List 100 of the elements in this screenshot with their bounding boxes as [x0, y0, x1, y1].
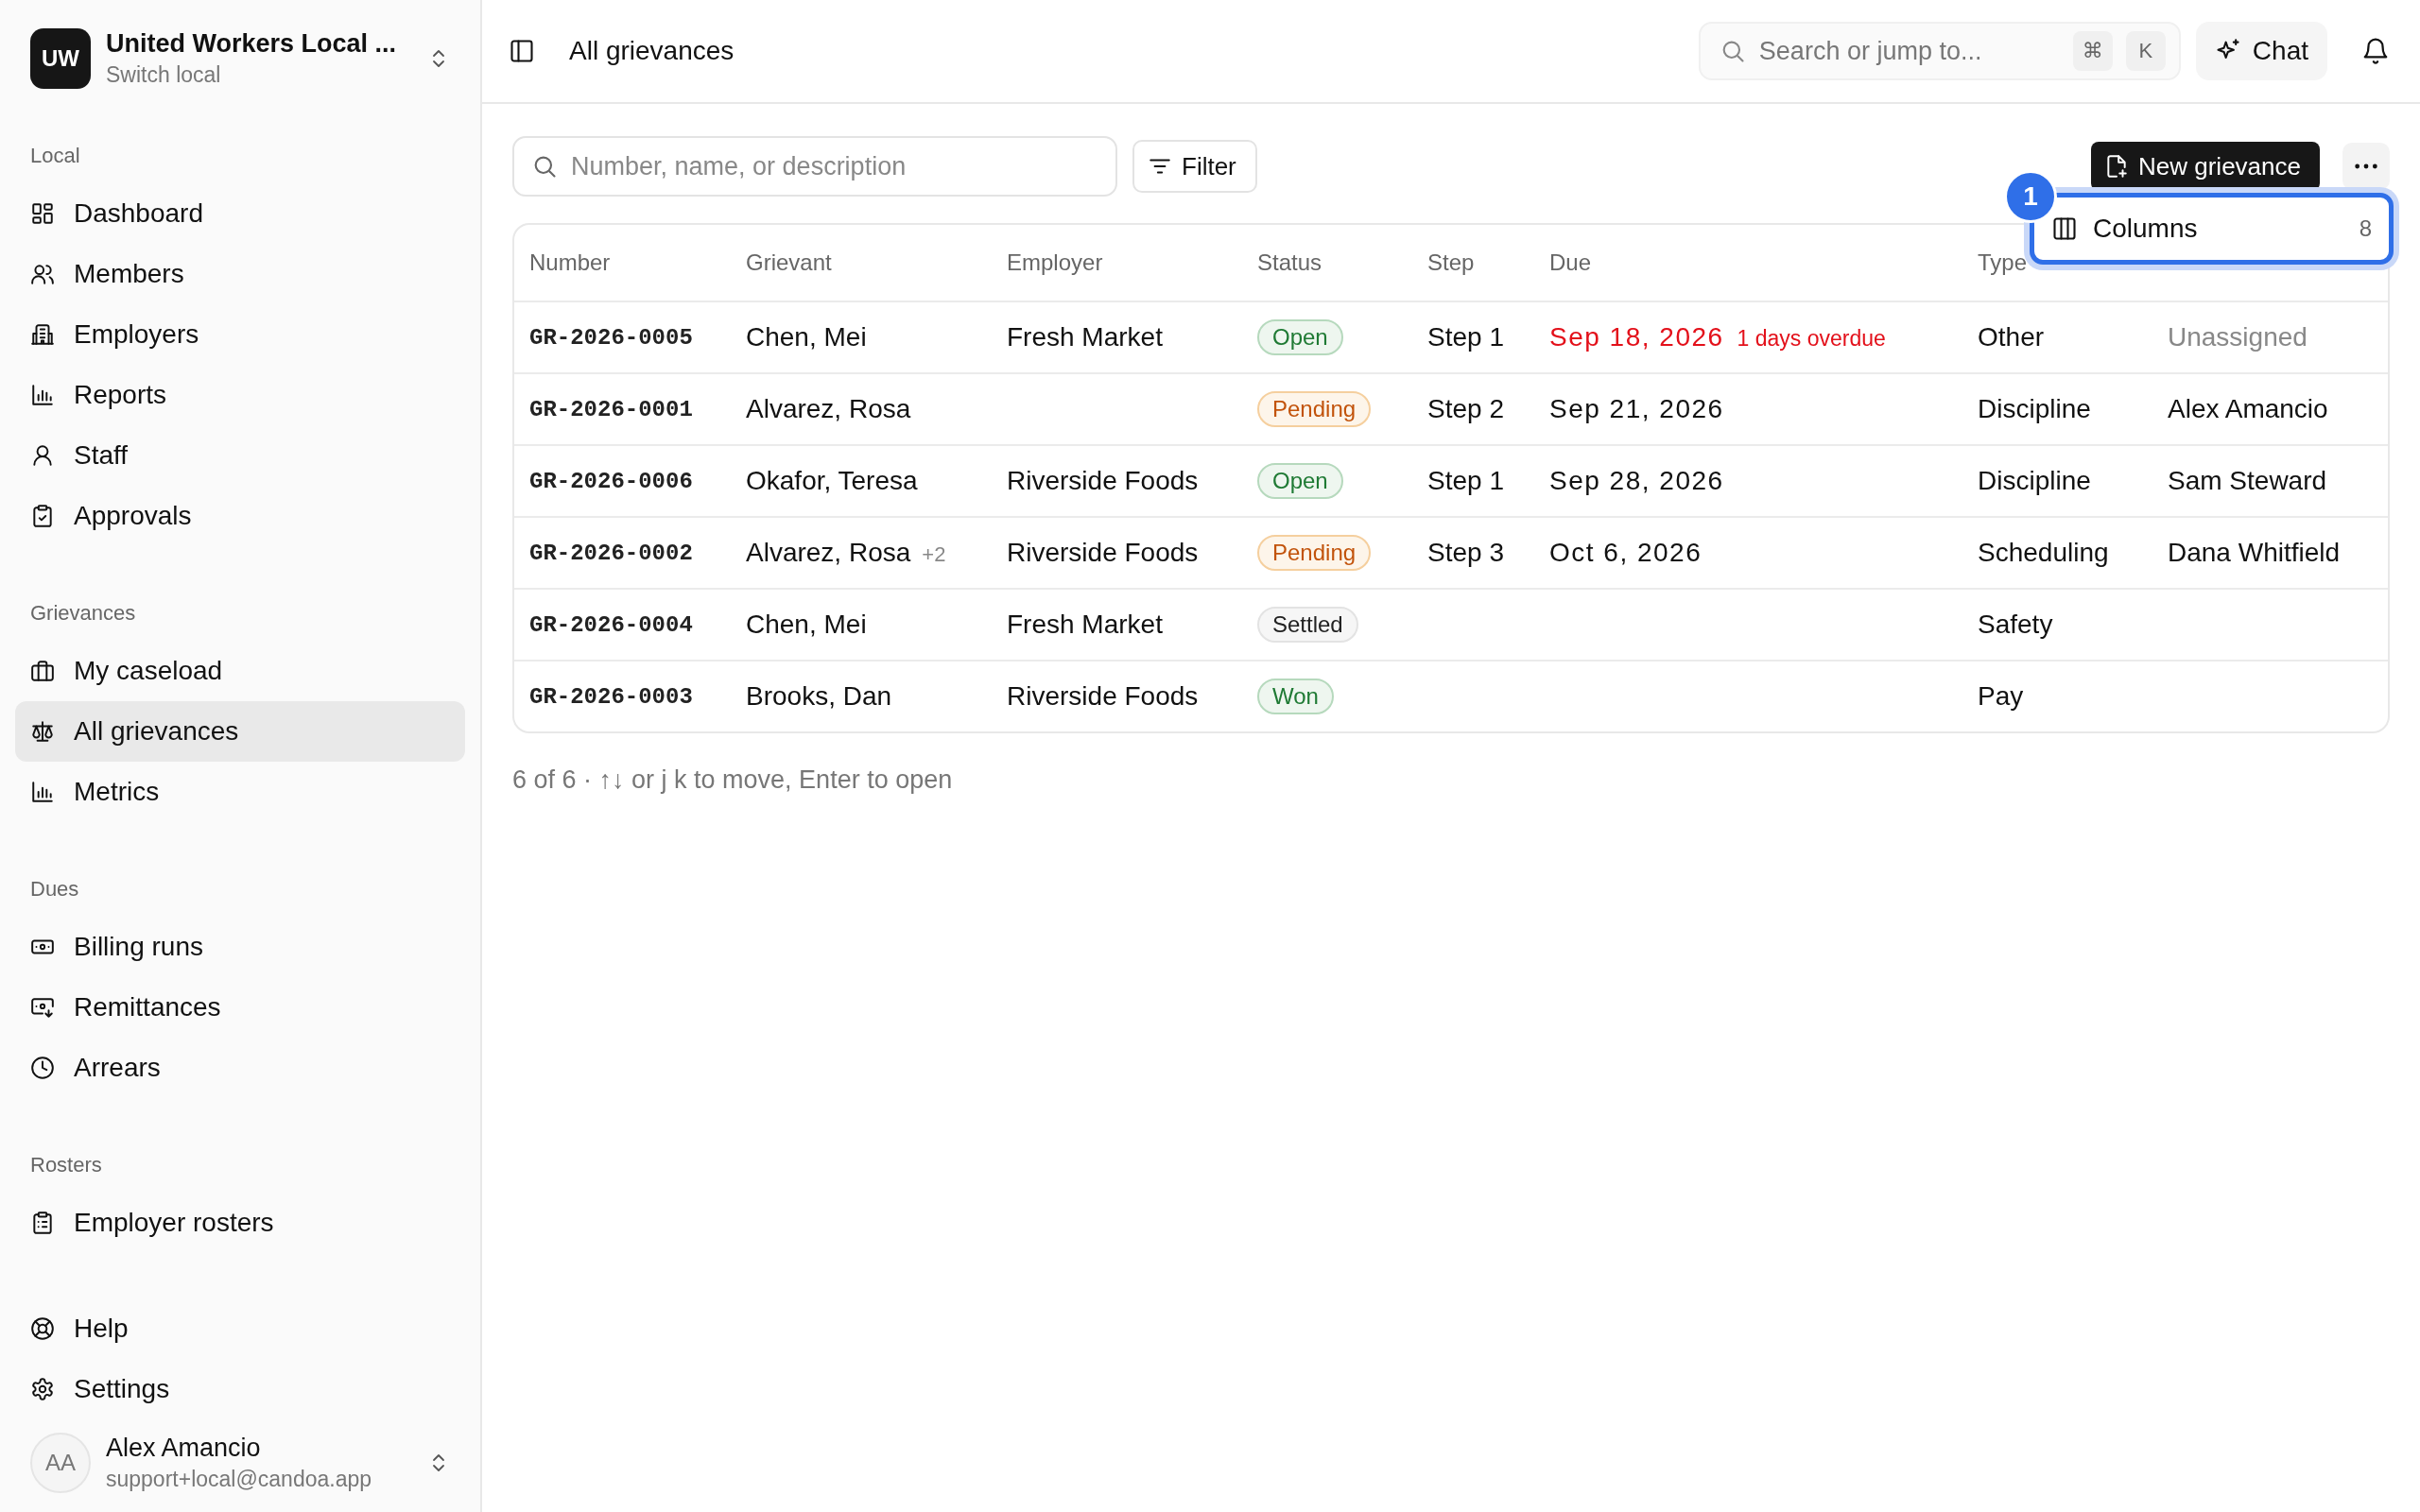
- more-button[interactable]: [2342, 143, 2390, 190]
- status-badge: Open: [1257, 319, 1343, 355]
- table-cell: GR-2026-0003: [529, 683, 693, 710]
- switch-local-label: Switch local: [106, 62, 222, 88]
- clock-icon: [30, 1056, 55, 1080]
- columns-icon: [2051, 215, 2078, 242]
- table-cell: Discipline: [1978, 466, 2091, 496]
- sidebar-item[interactable]: Arrears: [15, 1038, 465, 1098]
- table-cell: GR-2026-0001: [529, 396, 693, 422]
- column-header[interactable]: Type: [1978, 249, 2028, 276]
- sidebar-item[interactable]: Settings: [15, 1359, 465, 1419]
- search-field[interactable]: Number, name, or description: [512, 136, 1117, 197]
- table-cell: Safety: [1978, 610, 2053, 640]
- user-name: Alex Amancio: [106, 1434, 262, 1463]
- table-cell: Other: [1978, 322, 2045, 352]
- status-badge: Settled: [1257, 607, 1358, 643]
- table-cell: GR-2026-0005: [529, 324, 693, 351]
- clipboard-check-icon: [30, 504, 55, 528]
- filter-button[interactable]: Filter: [1132, 140, 1257, 193]
- due-date: Sep 28, 2026: [1549, 466, 1724, 496]
- shortcut-key: ⌘: [2072, 31, 2113, 71]
- clipboard-list-icon: [30, 1211, 55, 1235]
- sidebar-item[interactable]: Reports: [15, 365, 465, 425]
- table-cell: Alvarez, Rosa: [746, 538, 911, 567]
- table-cell: Chen, Mei: [746, 610, 867, 639]
- table-cell: Fresh Market: [1007, 610, 1163, 640]
- sidebar-item[interactable]: Members: [15, 244, 465, 304]
- user-avatar[interactable]: AA: [30, 1433, 91, 1493]
- table-cell: Alex Amancio: [2168, 394, 2328, 424]
- table-cell: Pay: [1978, 681, 2024, 712]
- table-cell: Step 1: [1427, 322, 1504, 352]
- table-cell: Riverside Foods: [1007, 466, 1199, 496]
- sidebar-item[interactable]: Help: [15, 1298, 465, 1359]
- table-cell: Step 1: [1427, 466, 1504, 496]
- table-cell: GR-2026-0004: [529, 611, 693, 638]
- bell-icon: [2361, 37, 2390, 65]
- table-cell: GR-2026-0006: [529, 468, 693, 494]
- sidebar-toggle-icon: [509, 38, 535, 64]
- person-icon: [30, 443, 55, 468]
- file-plus-icon: [2104, 154, 2129, 179]
- sidebar-item[interactable]: Metrics: [15, 762, 465, 822]
- section-heading: Grievances: [29, 601, 137, 626]
- sidebar-item[interactable]: All grievances: [15, 701, 465, 762]
- scale-icon: [30, 719, 55, 744]
- chat-button[interactable]: Chat: [2195, 22, 2327, 80]
- sidebar-item[interactable]: Approvals: [15, 486, 465, 546]
- table-cell: Unassigned: [2168, 322, 2308, 352]
- table-cell: Sam Steward: [2168, 466, 2327, 496]
- column-header[interactable]: Due: [1549, 249, 1592, 276]
- table-cell: Dana Whitfield: [2168, 538, 2341, 568]
- sidebar-item[interactable]: Employer rosters: [15, 1193, 465, 1253]
- building-icon: [30, 322, 55, 347]
- overdue-note: 1 days overdue: [1737, 326, 1886, 352]
- status-badge: Pending: [1257, 391, 1372, 427]
- section-heading: Local: [29, 144, 81, 168]
- sidebar-item[interactable]: Remittances: [15, 977, 465, 1038]
- due-date: Oct 6, 2026: [1549, 538, 1703, 568]
- status-badge: Pending: [1257, 535, 1372, 571]
- briefcase-icon: [30, 659, 55, 683]
- page-title: All grievances: [569, 36, 735, 66]
- table-cell: Riverside Foods: [1007, 538, 1199, 568]
- ellipsis-icon: [2355, 163, 2377, 169]
- table-cell: Riverside Foods: [1007, 681, 1199, 712]
- table-cell: Okafor, Teresa: [746, 466, 918, 495]
- sidebar-item[interactable]: Employers: [15, 304, 465, 365]
- column-header[interactable]: Step: [1427, 249, 1475, 276]
- table-cell: Fresh Market: [1007, 322, 1163, 352]
- org-name: United Workers Local ...: [106, 29, 398, 59]
- grid-icon: [30, 201, 55, 226]
- table-cell: Brooks, Dan: [746, 681, 892, 711]
- table-cell: Discipline: [1978, 394, 2091, 424]
- lifebuoy-icon: [30, 1316, 55, 1341]
- column-header[interactable]: Grievant: [746, 249, 832, 276]
- column-header[interactable]: Employer: [1007, 249, 1103, 276]
- shortcut-key: K: [2125, 31, 2166, 71]
- gear-icon: [30, 1377, 55, 1401]
- search-field[interactable]: Search or jump to... ⌘ K: [1698, 22, 2181, 80]
- due-date: Sep 21, 2026: [1549, 394, 1724, 424]
- section-heading: Rosters: [29, 1153, 103, 1177]
- table-cell: Step 3: [1427, 538, 1504, 568]
- sidebar-item[interactable]: Dashboard: [15, 183, 465, 244]
- table-cell: Chen, Mei: [746, 322, 867, 352]
- org-logo: UW: [30, 28, 91, 89]
- bar-chart-icon: [30, 383, 55, 407]
- section-heading: Dues: [29, 877, 80, 902]
- step-badge: 1: [2004, 170, 2057, 223]
- column-header[interactable]: Status: [1257, 249, 1322, 276]
- table-cell: Scheduling: [1978, 538, 2109, 568]
- table-footer-hint: 6 of 6 · ↑↓ or j k to move, Enter to open: [512, 765, 954, 795]
- people-icon: [30, 262, 55, 286]
- due-date: Sep 18, 2026: [1549, 322, 1724, 352]
- bar-chart-icon: [30, 780, 55, 804]
- banknote-arrow-icon: [30, 995, 55, 1020]
- sidebar-item[interactable]: Billing runs: [15, 917, 465, 977]
- sidebar-item[interactable]: Staff: [15, 425, 465, 486]
- extra-grievants-count: +2: [922, 542, 946, 566]
- column-header[interactable]: Number: [529, 249, 611, 276]
- table-cell: Step 2: [1427, 394, 1504, 424]
- table-cell: Alvarez, Rosa: [746, 394, 911, 423]
- sidebar-item[interactable]: My caseload: [15, 641, 465, 701]
